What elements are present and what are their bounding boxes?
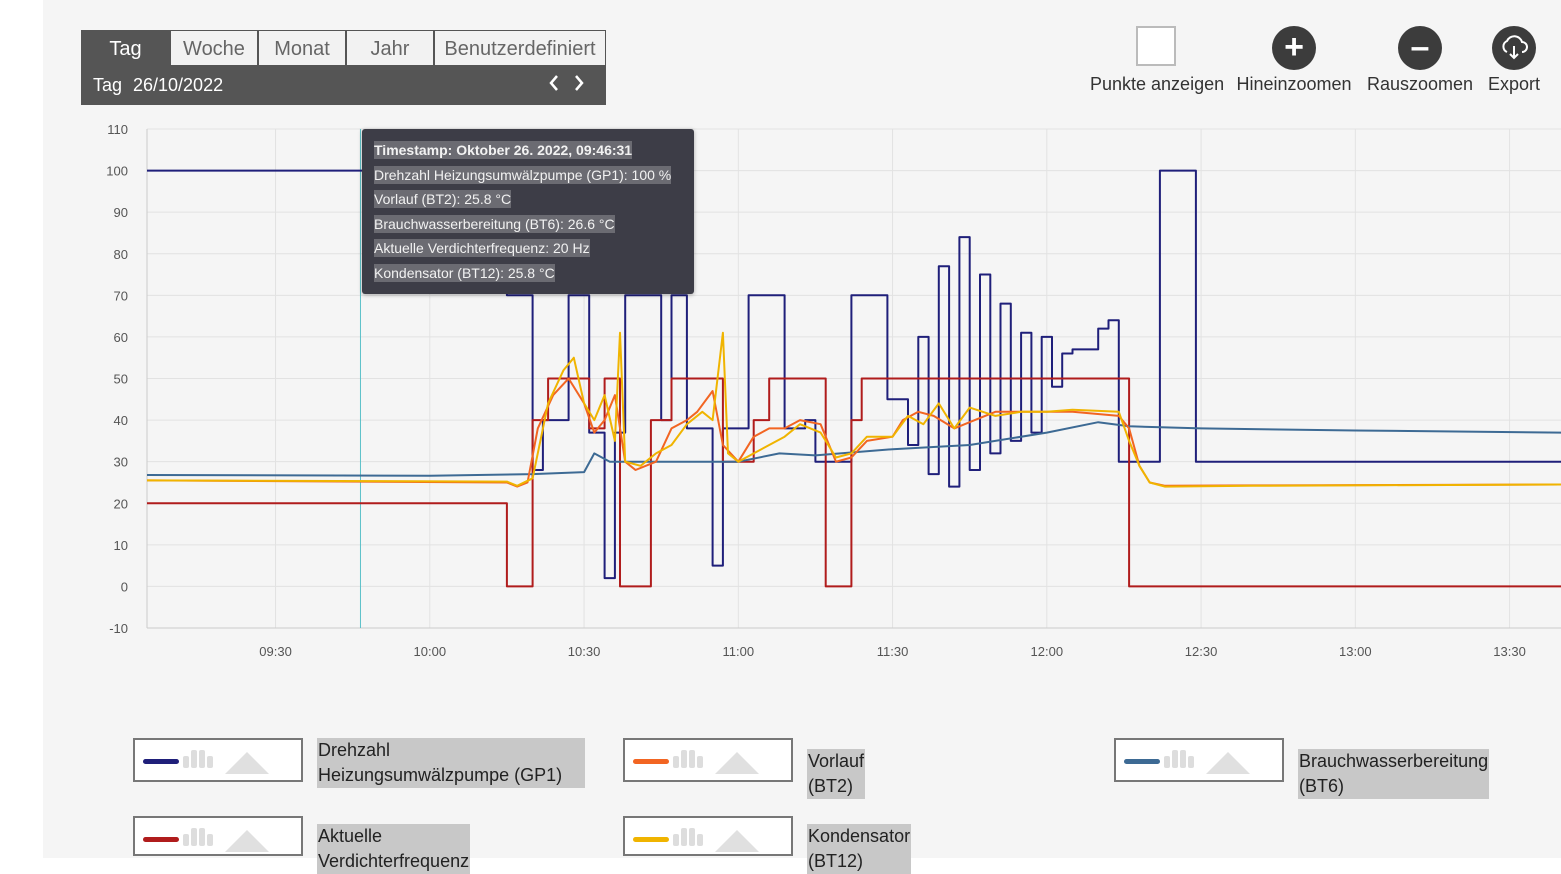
legend-label: Vorlauf (BT2) — [807, 749, 866, 799]
y-tick-label: 60 — [114, 330, 128, 345]
area-chart-icon — [715, 752, 759, 774]
y-tick-label: 10 — [114, 538, 128, 553]
x-tick-label: 10:00 — [414, 644, 447, 659]
bar-chart-icon — [1164, 750, 1196, 768]
legend-swatch — [143, 759, 179, 764]
area-chart-icon — [715, 830, 759, 852]
bar-chart-icon — [183, 750, 215, 768]
y-tick-label: 30 — [114, 455, 128, 470]
x-tick-label: 11:30 — [877, 644, 909, 659]
y-tick-label: 0 — [121, 579, 128, 594]
legend-label: Drehzahl Heizungsumwälzpumpe (GP1) — [317, 738, 585, 788]
legend-toggle-box[interactable] — [133, 738, 303, 782]
bar-chart-icon — [183, 828, 215, 846]
y-tick-label: 90 — [114, 205, 128, 220]
y-tick-label: -10 — [109, 621, 128, 636]
legend-toggle-box[interactable] — [133, 816, 303, 856]
x-tick-label: 12:00 — [1031, 644, 1064, 659]
legend-swatch — [633, 759, 669, 764]
legend-toggle-box[interactable] — [623, 816, 793, 856]
tooltip-line: Brauchwasserbereitung (BT6): 26.6 °C — [374, 215, 615, 233]
tooltip-line: Kondensator (BT12): 25.8 °C — [374, 264, 555, 282]
legend-swatch — [633, 837, 669, 842]
line-chart: -10 0 10 20 30 40 50 60 70 80 90 100 110 09:30 10:00 1… — [97, 118, 1561, 670]
area-chart-icon — [225, 830, 269, 852]
bar-chart-icon — [673, 750, 705, 768]
x-tick-label: 09:30 — [259, 644, 292, 659]
x-tick-label: 12:30 — [1185, 644, 1218, 659]
y-tick-label: 50 — [114, 372, 128, 387]
x-tick-label: 11:00 — [723, 644, 755, 659]
bar-chart-icon — [673, 828, 705, 846]
legend-swatch — [143, 837, 179, 842]
y-tick-label: 80 — [114, 247, 128, 262]
legend-label: Kondensator (BT12) — [807, 824, 912, 874]
y-tick-label: 40 — [114, 413, 128, 428]
legend-label: Aktuelle Verdichterfrequenz — [317, 824, 471, 874]
tooltip: Timestamp: Oktober 26. 2022, 09:46:31 Dr… — [362, 129, 694, 294]
legend-toggle-box[interactable] — [623, 738, 793, 782]
tooltip-line: Drehzahl Heizungsumwälzpumpe (GP1): 100 … — [374, 166, 672, 184]
x-tick-label: 13:30 — [1493, 644, 1526, 659]
y-tick-label: 70 — [114, 288, 128, 303]
y-tick-label: 20 — [114, 496, 128, 511]
legend-label: Brauchwasserbereitung (BT6) — [1298, 749, 1490, 799]
x-tick-label: 13:00 — [1339, 644, 1372, 659]
tooltip-timestamp: Timestamp: Oktober 26. 2022, 09:46:31 — [374, 141, 633, 159]
y-tick-label: 110 — [107, 122, 128, 137]
x-tick-label: 10:30 — [568, 644, 601, 659]
legend-toggle-box[interactable] — [1114, 738, 1284, 782]
area-chart-icon — [225, 752, 269, 774]
tooltip-line: Vorlauf (BT2): 25.8 °C — [374, 190, 512, 208]
area-chart-icon — [1206, 752, 1250, 774]
tooltip-line: Aktuelle Verdichterfrequenz: 20 Hz — [374, 239, 590, 257]
y-tick-label: 100 — [106, 164, 128, 179]
legend-swatch — [1124, 759, 1160, 764]
